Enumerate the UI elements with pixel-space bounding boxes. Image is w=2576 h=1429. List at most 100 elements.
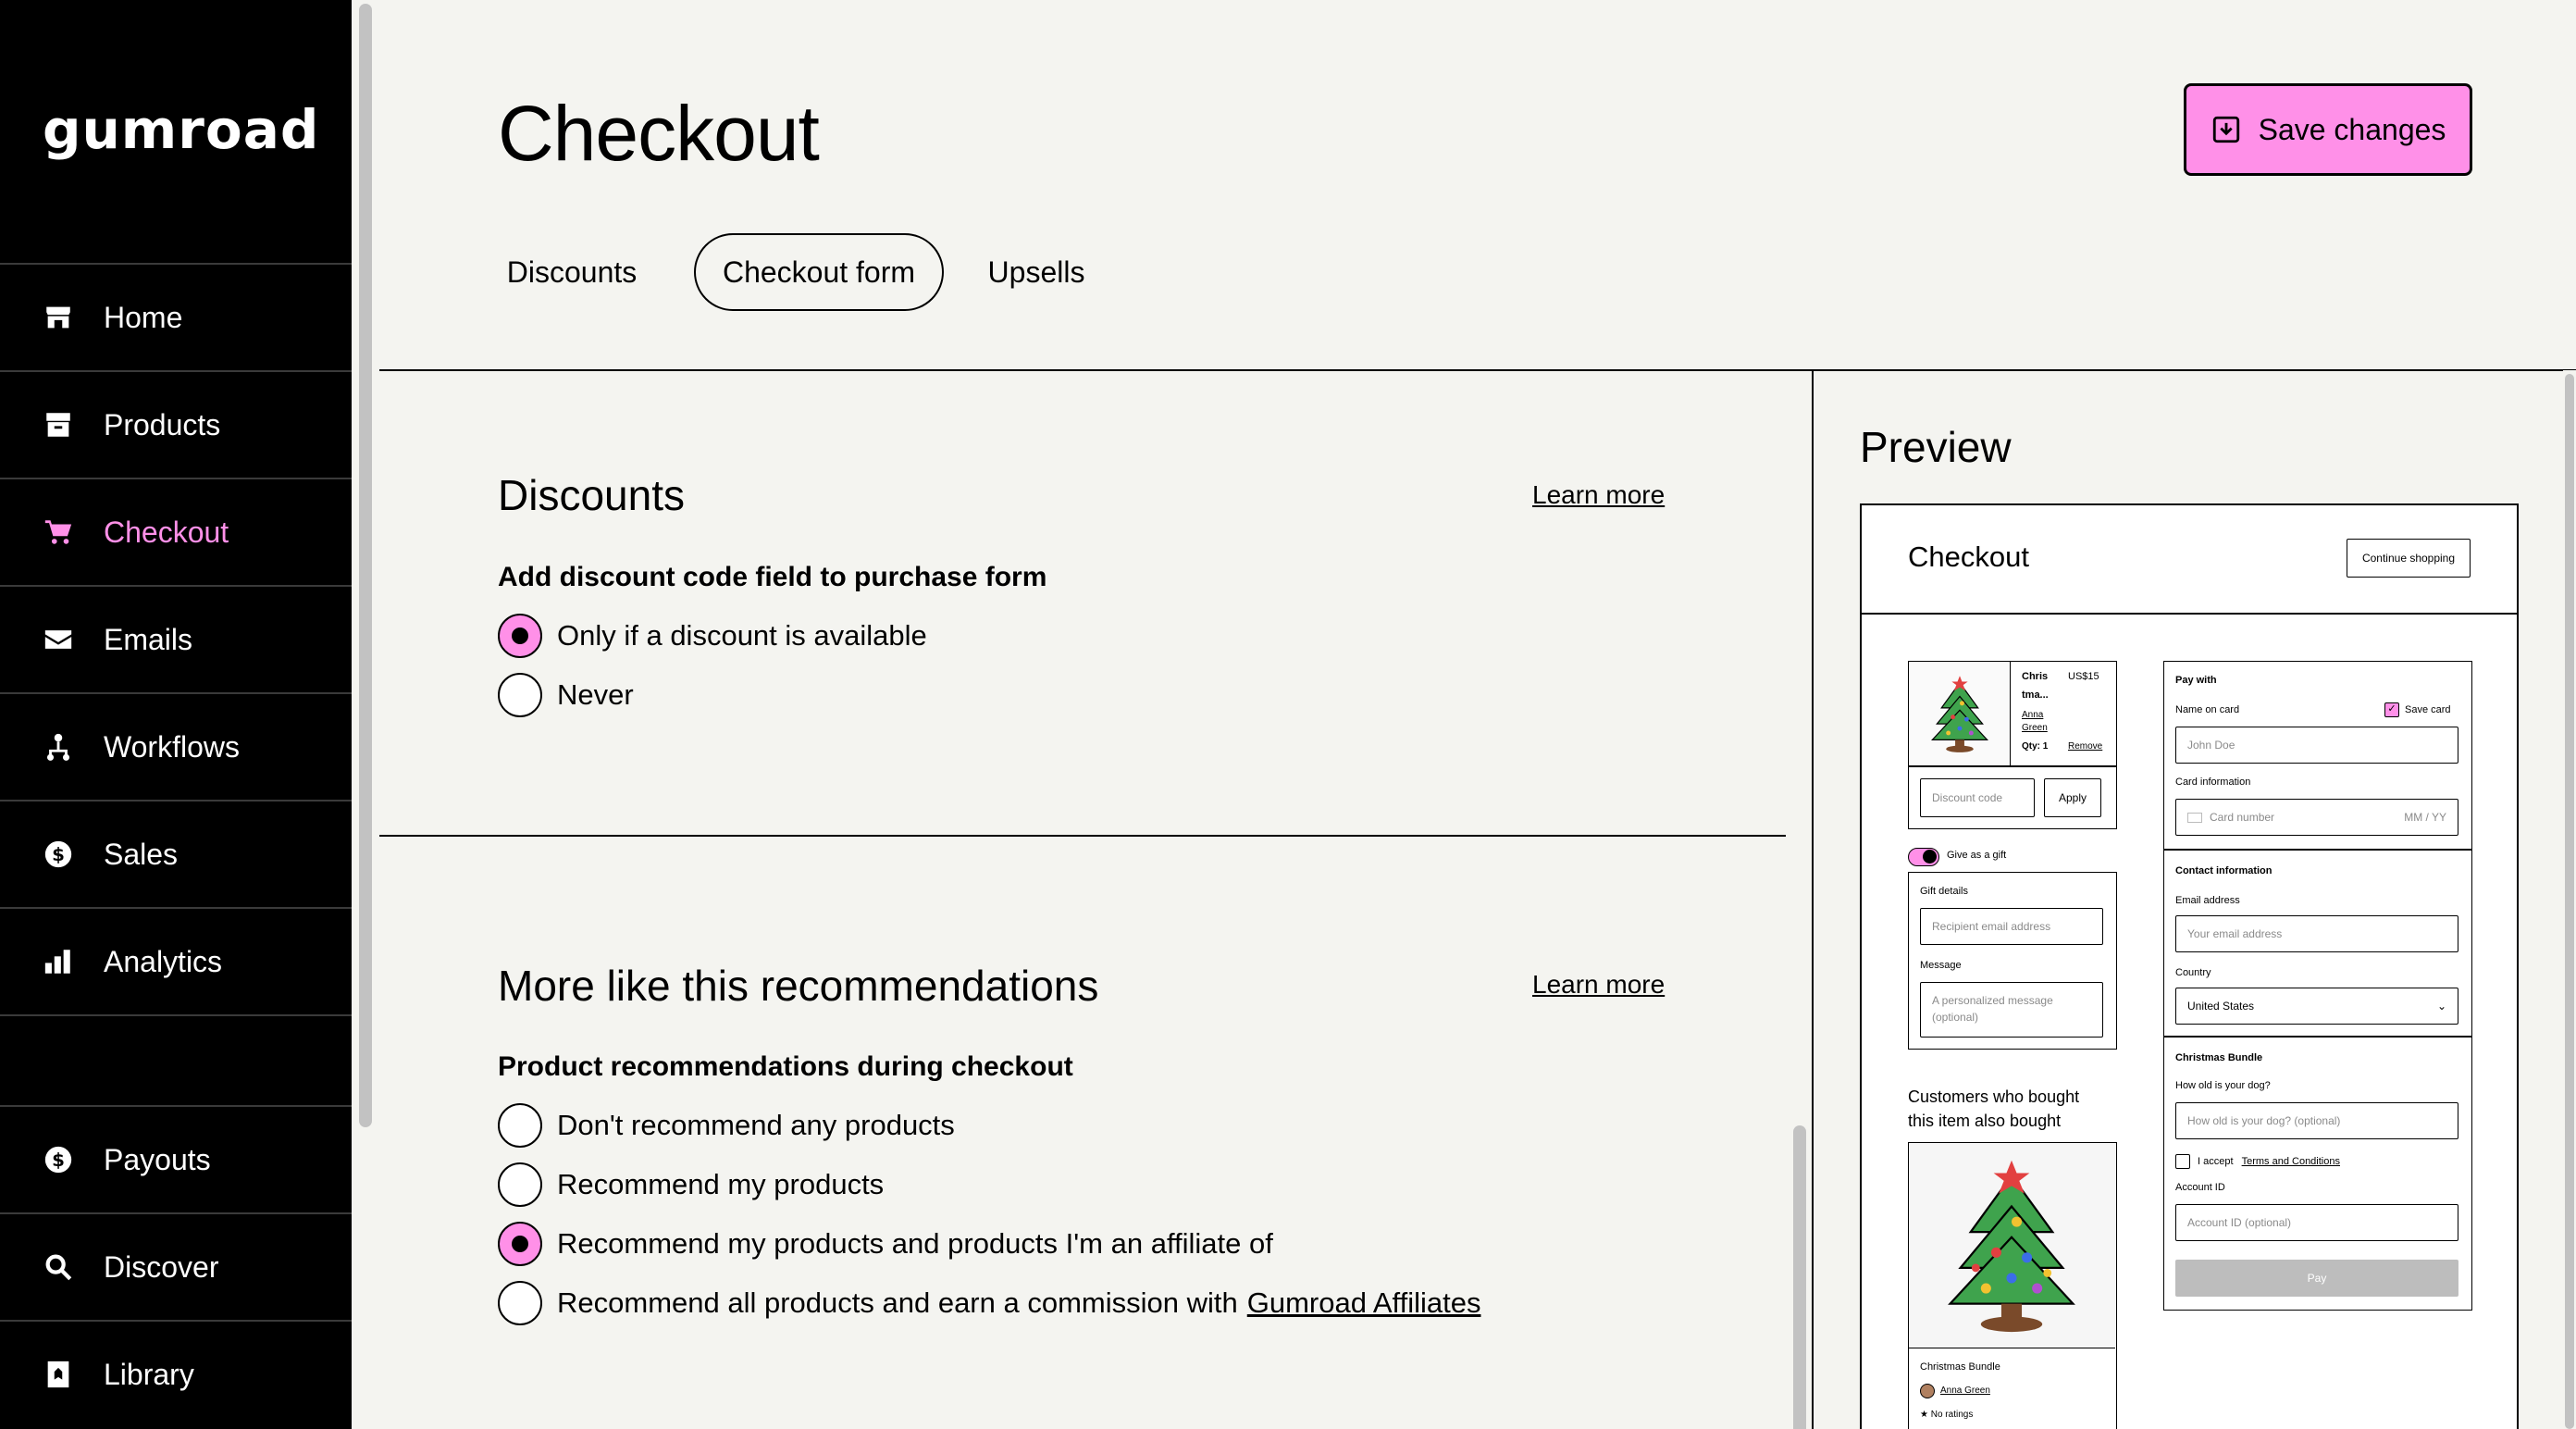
discount-code-input[interactable]: Discount code [1920, 778, 2035, 817]
chevron-down-icon: ⌄ [2436, 1000, 2446, 1013]
name-on-card-input[interactable]: John Doe [2175, 727, 2458, 764]
radio-button[interactable] [498, 1162, 542, 1207]
radio-label: Never [557, 678, 634, 711]
cart-item-creator[interactable]: Green [2022, 723, 2048, 733]
account-id-input[interactable]: Account ID (optional) [2175, 1204, 2458, 1241]
message-label: Message [1920, 960, 1962, 971]
country-label: Country [2175, 967, 2211, 978]
column-divider [1812, 370, 1814, 1429]
account-id-label: Account ID [2175, 1182, 2225, 1193]
sidebar-item-products[interactable]: Products [0, 370, 352, 478]
gumroad-logo[interactable]: Gumroad [43, 98, 319, 161]
sidebar-item-home[interactable]: Home [0, 263, 352, 370]
recommendations-learn-more-link[interactable]: Learn more [1532, 970, 1665, 1000]
radio-label: Recommend my products and products I'm a… [557, 1227, 1273, 1260]
continue-shopping-button[interactable]: Continue shopping [2347, 539, 2471, 578]
sidebar-scrollbar-thumb[interactable] [359, 4, 372, 1127]
sidebar-item-discover[interactable]: Discover [0, 1212, 352, 1320]
gift-message-textarea[interactable]: A personalized message (optional) [1920, 982, 2103, 1038]
save-card-checkbox[interactable]: ✓ [2384, 702, 2399, 717]
radio-recommend-my-products[interactable]: Recommend my products [498, 1162, 884, 1208]
settings-scrollbar-thumb[interactable] [1793, 1125, 1806, 1429]
avatar [1920, 1384, 1935, 1398]
save-changes-button[interactable]: Save changes [2184, 83, 2472, 176]
tab-discounts[interactable]: Discounts [490, 233, 653, 311]
also-bought-heading: Customers who bought this item also boug… [1908, 1085, 2079, 1133]
email-input[interactable]: Your email address [2175, 915, 2458, 952]
expiry-placeholder: MM / YY [2404, 811, 2446, 824]
radio-label: Only if a discount is available [557, 619, 927, 652]
name-on-card-label: Name on card [2175, 704, 2240, 715]
dog-age-input[interactable]: How old is your dog? (optional) [2175, 1102, 2458, 1139]
cart-item-name: Chris [2022, 671, 2049, 682]
sidebar-item-label: Home [104, 300, 183, 334]
radio-no-recommendations[interactable]: Don't recommend any products [498, 1102, 955, 1149]
gumroad-affiliates-link[interactable]: Gumroad Affiliates [1247, 1286, 1481, 1320]
cart-item-name: tma... [2022, 690, 2049, 701]
discounts-section-title: Discounts [498, 471, 685, 519]
radio-label: Recommend all products and earn a commis… [557, 1286, 1238, 1319]
radio-button[interactable] [498, 673, 542, 717]
radio-button[interactable] [498, 1281, 542, 1325]
tab-upsells[interactable]: Upsells [966, 233, 1107, 311]
country-value: United States [2187, 1000, 2255, 1013]
terms-checkbox[interactable] [2175, 1154, 2190, 1169]
sidebar-item-label: Products [104, 407, 221, 441]
input-placeholder: John Doe [2187, 739, 2235, 752]
tab-checkout-form[interactable]: Checkout form [694, 233, 944, 311]
radio-button-checked[interactable] [498, 1222, 542, 1266]
input-placeholder: How old is your dog? (optional) [2187, 1114, 2341, 1127]
bundle-title: Christmas Bundle [2175, 1052, 2263, 1063]
radio-recommend-affiliate[interactable]: Recommend my products and products I'm a… [498, 1221, 1273, 1267]
tab-label: Upsells [987, 255, 1085, 289]
sidebar-spacer [0, 1014, 352, 1105]
sidebar-item-library[interactable]: Library [0, 1320, 352, 1427]
input-placeholder: Recipient email address [1932, 920, 2051, 933]
sidebar-item-checkout[interactable]: Checkout [0, 478, 352, 585]
recipient-email-input[interactable]: Recipient email address [1920, 908, 2103, 945]
tab-label: Discounts [506, 255, 638, 289]
radio-discount-never[interactable]: Never [498, 672, 634, 718]
radio-button-checked[interactable] [498, 614, 542, 658]
store-icon [46, 306, 70, 329]
apply-button[interactable]: Apply [2044, 778, 2101, 817]
gift-toggle[interactable] [1908, 848, 1939, 866]
save-changes-label: Save changes [2258, 112, 2446, 146]
card-number-input[interactable]: Card number MM / YY [2175, 799, 2458, 836]
radio-button[interactable] [498, 1103, 542, 1148]
recommended-product-creator[interactable]: Anna Green [1940, 1386, 1990, 1396]
sidebar-item-emails[interactable]: Emails [0, 585, 352, 692]
preview-scrollbar-thumb[interactable] [2565, 374, 2574, 1429]
sidebar-item-workflows[interactable]: Workflows [0, 692, 352, 800]
sidebar-item-sales[interactable]: $ Sales [0, 800, 352, 907]
discounts-learn-more-link[interactable]: Learn more [1532, 480, 1665, 510]
sidebar-item-payouts[interactable]: $ Payouts [0, 1105, 352, 1212]
dollar-circle-icon: $ [44, 840, 72, 868]
radio-discount-available[interactable]: Only if a discount is available [498, 613, 927, 659]
remove-item-link[interactable]: Remove [2068, 741, 2102, 752]
cart-item-creator[interactable]: Anna [2022, 710, 2043, 720]
pay-button[interactable]: Pay [2175, 1260, 2458, 1297]
search-icon [45, 1254, 72, 1281]
country-select[interactable]: United States ⌄ [2175, 988, 2458, 1025]
dog-question-label: How old is your dog? [2175, 1080, 2271, 1091]
recommended-product-image [1909, 1143, 2115, 1348]
preview-checkout-title: Checkout [1908, 541, 2029, 573]
sidebar-item-analytics[interactable]: Analytics [0, 907, 352, 1014]
christmas-tree-icon [1930, 676, 1989, 752]
pay-with-label: Pay with [2175, 675, 2217, 686]
credit-card-icon [2187, 812, 2202, 823]
section-divider [379, 835, 1786, 837]
recommended-product-card[interactable]: Christmas Bundle Anna Green ★ No ratings [1908, 1142, 2117, 1429]
star-icon: ★ [1920, 1410, 1931, 1420]
cart-box: Chris tma... Anna Green Qty: 1 US$15 Rem… [1908, 661, 2117, 829]
radio-label: Don't recommend any products [557, 1109, 955, 1141]
radio-recommend-all[interactable]: Recommend all products and earn a commis… [498, 1280, 1480, 1326]
terms-link[interactable]: Terms and Conditions [2242, 1156, 2340, 1167]
sidebar-item-label: Library [104, 1357, 194, 1391]
christmas-tree-icon [1948, 1160, 2075, 1333]
sidebar-item-label: Analytics [104, 944, 223, 978]
bookmark-icon [47, 1361, 69, 1388]
rating-label: No ratings [1930, 1410, 1974, 1420]
heading-line: this item also bought [1908, 1112, 2062, 1130]
